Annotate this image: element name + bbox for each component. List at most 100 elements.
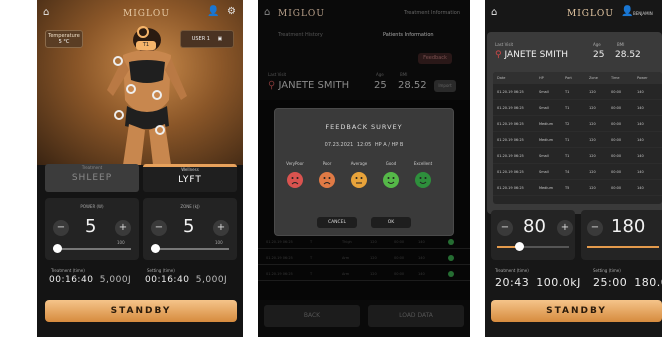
home-icon[interactable]: ⌂ bbox=[264, 7, 270, 18]
power-plus-button[interactable]: + bbox=[557, 220, 573, 236]
zone-marker[interactable] bbox=[137, 26, 149, 38]
tab-treatment-history[interactable]: Treatment History bbox=[278, 32, 323, 38]
load-data-button[interactable]: LOAD DATA bbox=[368, 305, 464, 327]
import-button[interactable]: Import bbox=[434, 80, 456, 92]
table-cell: 140 bbox=[637, 106, 644, 110]
bmi-label: BMI bbox=[617, 42, 625, 47]
pin-icon: ⚲ bbox=[495, 50, 502, 60]
page-title: Treatment Information bbox=[404, 10, 460, 16]
table-cell: 01.20.19 06:25 bbox=[497, 106, 524, 110]
setting-time: 25:00 bbox=[593, 276, 628, 289]
treatment-label: Treatment (time) bbox=[495, 268, 529, 273]
column-header: Date bbox=[497, 76, 506, 80]
zone-slider-knob[interactable] bbox=[150, 244, 160, 253]
home-icon[interactable]: ⌂ bbox=[491, 7, 497, 18]
zone-slider[interactable] bbox=[587, 246, 659, 248]
table-cell: 00:00 bbox=[611, 106, 622, 110]
column-header: Zone bbox=[589, 76, 598, 80]
temperature-value: 5 °C bbox=[58, 39, 70, 45]
ok-button[interactable]: OK bbox=[371, 217, 411, 228]
setting-energy: 180.0kJ bbox=[634, 276, 662, 289]
power-plus-button[interactable]: + bbox=[115, 220, 131, 236]
home-icon[interactable]: ⌂ bbox=[43, 7, 49, 18]
mode-shleep-button[interactable]: Treatment SHLEEP bbox=[45, 164, 139, 192]
user-icon[interactable]: 👤 bbox=[207, 6, 219, 17]
table-row[interactable]: 01.20.19 06:25 Medium T1 120 00:00 140 bbox=[493, 134, 662, 148]
table-cell: 120 bbox=[589, 186, 596, 190]
tab-bar: Treatment History Patients Information bbox=[258, 28, 470, 44]
power-slider-knob[interactable] bbox=[52, 244, 62, 253]
zone-slider[interactable] bbox=[151, 248, 229, 250]
mode-lyft-button[interactable]: Wellness LYFT bbox=[143, 164, 237, 192]
table-row[interactable]: 01.20.19 06:25 Medium T5 120 00:00 140 bbox=[493, 182, 662, 196]
rating-face-excellent[interactable] bbox=[415, 172, 431, 188]
brand-logo: MIGLOU bbox=[123, 9, 170, 19]
rating-face-verypoor[interactable] bbox=[287, 172, 303, 188]
table-cell: 01.20.19 06:25 bbox=[497, 186, 524, 190]
table-cell: 00:00 bbox=[611, 170, 622, 174]
table-cell: 140 bbox=[637, 170, 644, 174]
power-minus-button[interactable]: − bbox=[53, 220, 69, 236]
power-slider[interactable] bbox=[53, 248, 131, 250]
power-value: 80 bbox=[523, 216, 546, 237]
table-cell: 00:00 bbox=[611, 138, 622, 142]
standby-button[interactable]: STANDBY bbox=[45, 300, 237, 322]
zone-marker[interactable] bbox=[114, 110, 124, 120]
table-row[interactable]: 01.20.19 06:25 Small T1 120 00:00 140 bbox=[493, 150, 662, 164]
rating-label: VeryPoor bbox=[286, 161, 304, 166]
feedback-survey-dialog: FEEDBACK SURVEY 07.23.2021 12:05 HP A / … bbox=[274, 108, 454, 236]
cancel-button[interactable]: CANCEL bbox=[317, 217, 357, 228]
zone-minus-button[interactable]: − bbox=[151, 220, 167, 236]
table-body: 01.20.19 06:25 Small T1 120 00:00 140 01.20.19… bbox=[493, 84, 662, 204]
zone-plus-button[interactable]: + bbox=[213, 220, 229, 236]
user-select-button[interactable]: USER 1 ▣ bbox=[180, 30, 234, 48]
patient-bmi: 28.52 bbox=[398, 80, 427, 91]
mode-lyft-sublabel: Wellness bbox=[181, 167, 199, 172]
history-popup: Last Visit Age BMI ⚲ JANETE SMITH 25 28.… bbox=[487, 32, 662, 214]
zone-marker[interactable] bbox=[113, 56, 123, 66]
table-cell: 01.20.19 06:25 bbox=[497, 138, 524, 142]
zone-value: 180 bbox=[611, 216, 646, 237]
power-minus-button[interactable]: − bbox=[497, 220, 513, 236]
setting-energy: 5,000J bbox=[195, 275, 228, 285]
device-screen-feedback: ⌂ MIGLOU Treatment Information Treatment… bbox=[258, 0, 470, 337]
rating-face-good[interactable] bbox=[383, 172, 399, 188]
temperature-badge[interactable]: Temperature 5 °C bbox=[45, 30, 83, 48]
zone-value: 5 bbox=[183, 216, 195, 237]
column-header: Time bbox=[611, 76, 620, 80]
rating-face-average[interactable] bbox=[351, 172, 367, 188]
gear-icon[interactable]: ⚙ bbox=[227, 6, 236, 17]
age-label: Age bbox=[376, 72, 384, 77]
last-visit-label: Last Visit bbox=[268, 72, 287, 77]
smiley-icon bbox=[291, 177, 299, 185]
column-header: HP bbox=[539, 76, 544, 80]
feedback-button[interactable]: Feedback bbox=[418, 53, 452, 64]
table-row[interactable]: 01.20.19 06:25 Small T4 120 00:00 140 bbox=[493, 166, 662, 180]
table-cell: 140 bbox=[637, 138, 644, 142]
setting-readout: 00:16:40 5,000J bbox=[145, 275, 227, 285]
setting-readout: 25:00 180.0kJ bbox=[593, 276, 662, 289]
table-cell: 120 bbox=[589, 106, 596, 110]
table-row[interactable]: 01.20.19 06:25 Small T1 120 00:00 140 bbox=[493, 102, 662, 116]
back-button[interactable]: BACK bbox=[264, 305, 360, 327]
standby-button[interactable]: STANDBY bbox=[491, 300, 662, 322]
smiley-icon bbox=[355, 177, 363, 184]
user-icon[interactable]: 👤 bbox=[621, 6, 633, 17]
device-screen-main: ⌂ MIGLOU 👤 ⚙ Temperature 5 °C USER 1 ▣ T… bbox=[37, 0, 243, 337]
zone-marker[interactable] bbox=[126, 84, 136, 94]
zone-minus-button[interactable]: − bbox=[587, 220, 603, 236]
zone-marker[interactable] bbox=[155, 125, 165, 135]
zone-max-label: 100 bbox=[215, 240, 223, 245]
power-slider-knob[interactable] bbox=[514, 242, 524, 251]
table-cell: 140 bbox=[637, 90, 644, 94]
zone-marker[interactable] bbox=[152, 90, 162, 100]
table-cell: T2 bbox=[565, 122, 570, 126]
survey-area: HP A / HP B bbox=[374, 142, 404, 148]
rating-face-poor[interactable] bbox=[319, 172, 335, 188]
table-row[interactable]: 01.20.19 06:25 Medium T2 120 00:00 140 bbox=[493, 118, 662, 132]
table-cell: 140 bbox=[637, 122, 644, 126]
table-cell: 00:00 bbox=[611, 154, 622, 158]
tab-patients-information[interactable]: Patients Information bbox=[383, 32, 434, 38]
table-row[interactable]: 01.20.19 06:25 Small T1 120 00:00 140 bbox=[493, 86, 662, 100]
table-cell: 140 bbox=[637, 186, 644, 190]
